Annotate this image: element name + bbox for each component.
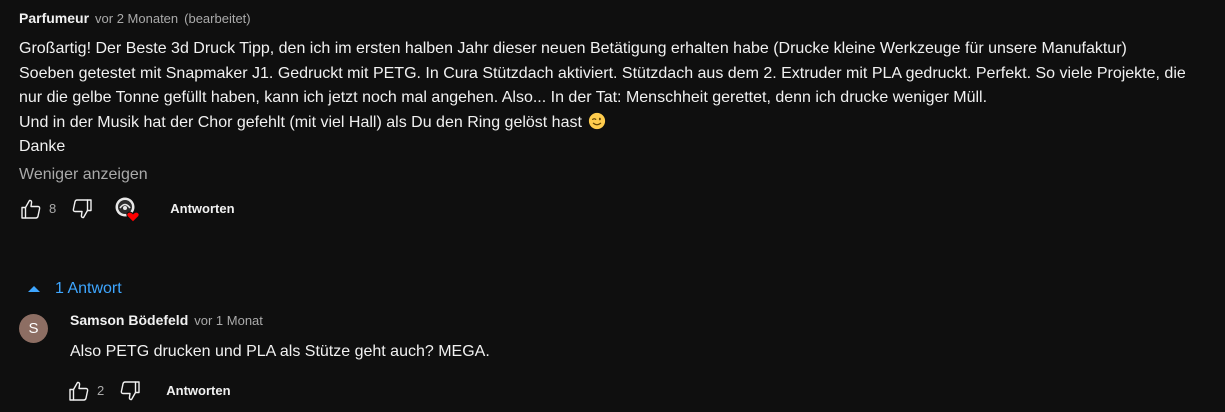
comment-line-4: Danke <box>19 138 66 155</box>
chevron-up-icon <box>28 286 40 292</box>
reply-dislike-button[interactable] <box>118 379 142 403</box>
comment-actions: 8 Antworten <box>19 193 1209 225</box>
comment-line-3-text: Und in der Musik hat der Chor gefehlt (m… <box>19 113 582 131</box>
comment: Parfumeur vor 2 Monaten (bearbeitet) Gro… <box>19 10 1209 225</box>
thumbs-up-icon <box>21 199 41 219</box>
thumbs-down-icon <box>72 198 92 218</box>
replies-count-label[interactable]: 1 Antwort <box>55 280 122 298</box>
show-less-button[interactable]: Weniger anzeigen <box>19 166 148 184</box>
reply-header: Samson Bödefeld vor 1 Monat <box>70 312 490 332</box>
comment-line-3: Und in der Musik hat der Chor gefehlt (m… <box>19 111 1209 136</box>
winking-face-emoji <box>589 112 606 129</box>
comment-text: Großartig! Der Beste 3d Druck Tipp, den … <box>19 37 1209 160</box>
creator-heart-icon <box>115 197 140 223</box>
reply-reply-button[interactable]: Antworten <box>166 383 230 398</box>
comment-line-1: Großartig! Der Beste 3d Druck Tipp, den … <box>19 40 1127 57</box>
avatar[interactable]: S <box>19 314 48 343</box>
reply-actions: 2 Antworten <box>67 375 490 407</box>
comment-author[interactable]: Parfumeur <box>19 10 89 26</box>
like-button[interactable] <box>19 197 43 221</box>
comment-edited: (bearbeitet) <box>184 11 251 26</box>
reply-author[interactable]: Samson Bödefeld <box>70 312 188 328</box>
reply-like-button[interactable] <box>67 379 91 403</box>
comment-header: Parfumeur vor 2 Monaten (bearbeitet) <box>19 10 1209 30</box>
reply-text: Also PETG drucken und PLA als Stütze geh… <box>70 343 490 360</box>
reply-time[interactable]: vor 1 Monat <box>194 313 263 328</box>
thumbs-down-icon <box>120 380 140 400</box>
reply-button[interactable]: Antworten <box>170 201 234 216</box>
dislike-button[interactable] <box>70 197 94 221</box>
like-count: 8 <box>49 201 57 216</box>
reply-like-count: 2 <box>97 383 105 398</box>
creator-heart-badge <box>114 196 140 223</box>
comment-time[interactable]: vor 2 Monaten <box>95 11 178 26</box>
reply-content: Samson Bödefeld vor 1 Monat Also PETG dr… <box>67 312 490 407</box>
comment-line-2: Soeben getestet mit Snapmaker J1. Gedruc… <box>19 64 1186 107</box>
replies-toggle[interactable]: 1 Antwort <box>27 280 122 298</box>
thumbs-up-icon <box>69 381 89 401</box>
